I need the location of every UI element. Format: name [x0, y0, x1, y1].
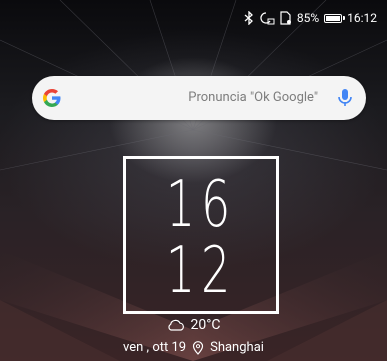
battery-icon [324, 13, 346, 23]
home-screen: 85% 16:12 Pronuncia "Ok Google" 16 12 20… [0, 0, 387, 361]
google-search-bar[interactable]: Pronuncia "Ok Google" [32, 76, 366, 120]
alarm-icon [259, 11, 275, 25]
microphone-icon[interactable] [336, 88, 354, 108]
search-placeholder[interactable]: Pronuncia "Ok Google" [188, 76, 318, 120]
battery-percent: 85% [296, 11, 320, 25]
sim-icon [280, 11, 292, 25]
city-name: Shanghai [210, 340, 264, 355]
clock-hour: 16 [165, 168, 237, 242]
google-g-icon[interactable] [42, 88, 62, 108]
date-text: ven , ott 19 [123, 340, 187, 355]
location-pin-icon [193, 340, 204, 355]
clock-widget[interactable]: 16 12 [123, 156, 279, 314]
status-bar: 85% 16:12 [0, 0, 387, 36]
temperature: 20°C [190, 317, 221, 333]
bluetooth-icon [244, 11, 254, 25]
date-location[interactable]: ven , ott 19 Shanghai [0, 340, 387, 355]
weather-info[interactable]: 20°C [0, 317, 387, 333]
cloud-sun-icon [168, 319, 185, 331]
status-time: 16:12 [347, 11, 377, 25]
clock-minute: 12 [165, 234, 237, 308]
